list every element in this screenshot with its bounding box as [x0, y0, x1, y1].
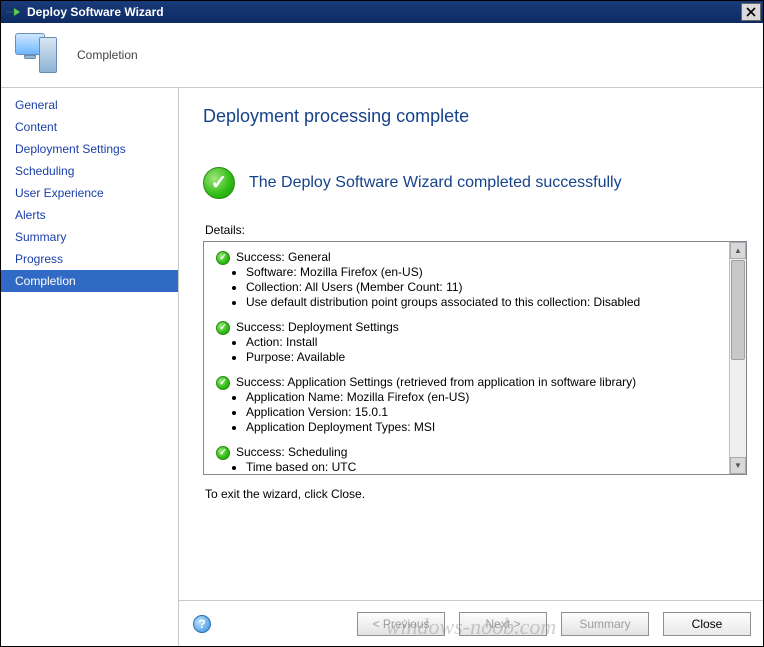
status-row: ✓ The Deploy Software Wizard completed s…: [203, 167, 747, 199]
details-wrapper: ✓ Success: General Software: Mozilla Fir…: [203, 241, 747, 475]
details-label: Details:: [203, 223, 747, 237]
details-scrollbar[interactable]: ▲ ▼: [729, 242, 746, 474]
detail-item: Application Name: Mozilla Firefox (en-US…: [246, 390, 725, 405]
detail-item: Collection: All Users (Member Count: 11): [246, 280, 725, 295]
close-button[interactable]: Close: [663, 612, 751, 636]
detail-item: Action: Install: [246, 335, 725, 350]
detail-item: Software: Mozilla Firefox (en-US): [246, 265, 725, 280]
wizard-main: Deployment processing complete ✓ The Dep…: [179, 88, 763, 646]
computer-icon: [13, 31, 61, 79]
detail-item: Purpose: Available: [246, 350, 725, 365]
scroll-down-icon[interactable]: ▼: [730, 457, 746, 474]
wizard-body: General Content Deployment Settings Sche…: [1, 88, 763, 646]
window-close-button[interactable]: [741, 3, 761, 21]
details-box: ✓ Success: General Software: Mozilla Fir…: [204, 242, 729, 474]
app-icon: [5, 4, 21, 20]
success-icon: ✓: [216, 376, 230, 390]
details-group-general: ✓ Success: General Software: Mozilla Fir…: [216, 250, 725, 310]
sidebar-item-completion[interactable]: Completion: [1, 270, 178, 292]
detail-item: Use default distribution point groups as…: [246, 295, 725, 310]
page-title: Deployment processing complete: [203, 106, 747, 127]
group-heading: Success: Scheduling: [236, 445, 347, 460]
success-icon: ✓: [203, 167, 235, 199]
detail-item: Time based on: UTC: [246, 460, 725, 474]
summary-button: Summary: [561, 612, 649, 636]
sidebar-item-summary[interactable]: Summary: [1, 226, 178, 248]
wizard-sidebar: General Content Deployment Settings Sche…: [1, 88, 179, 646]
scroll-up-icon[interactable]: ▲: [730, 242, 746, 259]
exit-instruction: To exit the wizard, click Close.: [203, 487, 747, 501]
sidebar-item-content[interactable]: Content: [1, 116, 178, 138]
details-group-scheduling: ✓ Success: Scheduling Time based on: UTC…: [216, 445, 725, 474]
next-button: Next >: [459, 612, 547, 636]
details-group-application-settings: ✓ Success: Application Settings (retriev…: [216, 375, 725, 435]
wizard-content: Deployment processing complete ✓ The Dep…: [179, 88, 763, 600]
sidebar-item-user-experience[interactable]: User Experience: [1, 182, 178, 204]
details-group-deployment-settings: ✓ Success: Deployment Settings Action: I…: [216, 320, 725, 365]
header-subtitle: Completion: [77, 48, 138, 62]
group-heading: Success: Deployment Settings: [236, 320, 399, 335]
sidebar-item-alerts[interactable]: Alerts: [1, 204, 178, 226]
window-title: Deploy Software Wizard: [27, 5, 164, 19]
success-icon: ✓: [216, 321, 230, 335]
titlebar: Deploy Software Wizard: [1, 1, 763, 23]
detail-item: Application Version: 15.0.1: [246, 405, 725, 420]
scroll-thumb[interactable]: [731, 260, 745, 360]
status-message: The Deploy Software Wizard completed suc…: [249, 174, 622, 192]
close-icon: [746, 7, 756, 17]
wizard-header: Completion: [1, 23, 763, 88]
scroll-track[interactable]: [730, 259, 746, 457]
group-heading: Success: Application Settings (retrieved…: [236, 375, 636, 390]
detail-item: Application Deployment Types: MSI: [246, 420, 725, 435]
previous-button: < Previous: [357, 612, 445, 636]
group-heading: Success: General: [236, 250, 331, 265]
wizard-window: Deploy Software Wizard Completion Genera…: [0, 0, 764, 647]
success-icon: ✓: [216, 251, 230, 265]
wizard-footer: ? < Previous Next > Summary Close: [179, 600, 763, 646]
sidebar-item-scheduling[interactable]: Scheduling: [1, 160, 178, 182]
sidebar-item-general[interactable]: General: [1, 94, 178, 116]
success-icon: ✓: [216, 446, 230, 460]
sidebar-item-deployment-settings[interactable]: Deployment Settings: [1, 138, 178, 160]
help-icon[interactable]: ?: [193, 615, 211, 633]
sidebar-item-progress[interactable]: Progress: [1, 248, 178, 270]
